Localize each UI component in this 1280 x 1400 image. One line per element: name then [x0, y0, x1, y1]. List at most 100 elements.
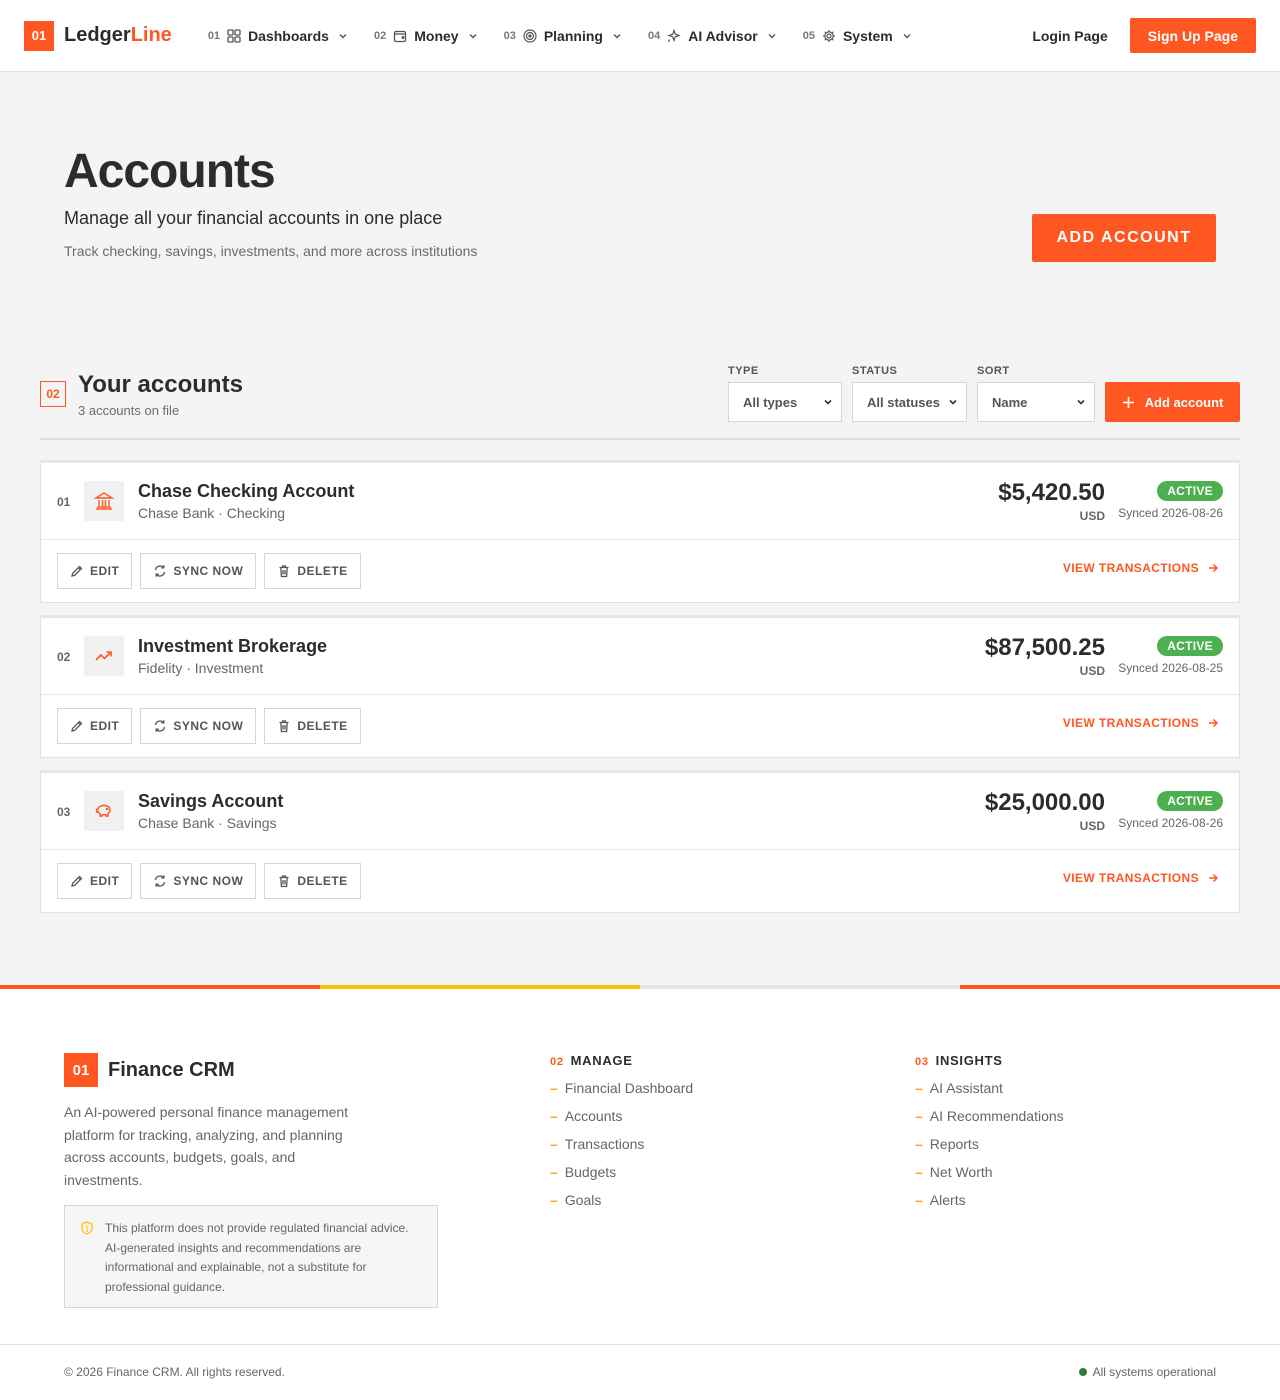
account-card-actions: EDIT SYNC NOW DELETE VIEW TRANSACTIONS [41, 850, 1239, 912]
chevron-down-icon [823, 397, 833, 407]
chevron-down-icon [468, 31, 478, 41]
footer-link[interactable]: – Transactions [550, 1136, 693, 1152]
footer-link[interactable]: – Financial Dashboard [550, 1080, 693, 1096]
account-meta: Chase Bank · Savings [138, 815, 277, 831]
delete-button[interactable]: DELETE [264, 863, 361, 899]
refresh-icon [153, 719, 173, 733]
view-label: VIEW TRANSACTIONS [1062, 716, 1199, 730]
page-description: Track checking, savings, investments, an… [64, 243, 478, 259]
footer-link-label: Transactions [564, 1136, 645, 1152]
nav-item-label: Planning [543, 27, 603, 44]
footer-link-label: Budgets [564, 1164, 617, 1180]
delete-button[interactable]: DELETE [264, 708, 361, 744]
footer-link-label: Reports [929, 1136, 979, 1152]
account-name[interactable]: Savings Account [138, 791, 283, 812]
footer-link[interactable]: – Reports [915, 1136, 1064, 1152]
auth-links: Login Page Sign Up Page [1032, 18, 1256, 53]
section-number: 02 [40, 381, 66, 407]
account-meta: Fidelity · Investment [138, 660, 264, 676]
login-link[interactable]: Login Page [1032, 28, 1107, 44]
sort-select[interactable]: Name [977, 382, 1095, 422]
account-currency: USD [1079, 664, 1105, 678]
account-name[interactable]: Investment Brokerage [138, 636, 327, 657]
trash-icon [277, 564, 297, 578]
sort-filter: SORT Name [977, 365, 1095, 422]
add-account-label: Add account [1144, 394, 1224, 410]
footer-col-insights: 03 INSIGHTS – AI Assistant – AI Recommendat… [915, 1053, 1064, 1208]
footer-link-label: AI Assistant [929, 1080, 1003, 1096]
nav-item-system[interactable]: 05 System [803, 28, 912, 44]
footer-col-heading: 02 MANAGE [550, 1053, 693, 1068]
account-balance: $25,000.00 [984, 789, 1105, 816]
refresh-icon [153, 564, 173, 578]
view-transactions-link[interactable]: VIEW TRANSACTIONS [1063, 871, 1219, 885]
footer-link[interactable]: – Accounts [550, 1108, 693, 1124]
signup-button[interactable]: Sign Up Page [1129, 18, 1256, 53]
edit-button[interactable]: EDIT [57, 708, 133, 744]
edit-button[interactable]: EDIT [57, 553, 133, 589]
footer-link[interactable]: – Net Worth [915, 1164, 1064, 1180]
pencil-icon [70, 874, 90, 888]
footer-brand: Finance CRM [108, 1059, 235, 1081]
nav-item-num: 01 [207, 29, 221, 42]
account-name[interactable]: Chase Checking Account [138, 481, 354, 502]
system-status-label: All systems operational [1092, 1365, 1216, 1379]
logo-badge[interactable]: 01 [24, 20, 54, 51]
filter-bar: TYPE All types STATUS All statuses SORT … [728, 365, 1240, 422]
section-title: Your accounts [78, 371, 243, 398]
nav-item-num: 04 [647, 29, 661, 42]
add-account-hero-button[interactable]: ADD ACCOUNT [1032, 214, 1216, 262]
grid-icon [227, 28, 241, 43]
add-account-button[interactable]: Add account [1105, 382, 1240, 422]
pencil-icon [70, 719, 90, 733]
nav-item-label: Money [414, 27, 459, 44]
trending-up-icon [84, 636, 124, 676]
logo-name-a: Ledger [64, 24, 131, 46]
footer-link[interactable]: – AI Assistant [915, 1080, 1064, 1096]
footer-link[interactable]: – Budgets [550, 1164, 693, 1180]
disclaimer-text: This platform does not provide regulated… [105, 1221, 409, 1294]
status-select-value: All statuses [867, 394, 940, 410]
sparkle-icon [667, 28, 682, 43]
type-select[interactable]: All types [728, 382, 842, 422]
accounts-section-header: 02 Your accounts 3 accounts on file TYPE… [40, 337, 1240, 440]
status-filter: STATUS All statuses [852, 365, 967, 422]
footer-col-heading: 03 INSIGHTS [915, 1053, 1064, 1068]
edit-button[interactable]: EDIT [57, 863, 133, 899]
nav-item-dashboards[interactable]: 01 Dashboards [208, 28, 348, 44]
view-transactions-link[interactable]: VIEW TRANSACTIONS [1063, 716, 1219, 730]
nav-item-label: System [842, 27, 893, 44]
status-select[interactable]: All statuses [852, 382, 967, 422]
footer-link-label: Goals [564, 1192, 602, 1208]
status-badge: ACTIVE [1157, 791, 1223, 811]
arrow-right-icon [1199, 872, 1219, 884]
account-card-actions: EDIT SYNC NOW DELETE VIEW TRANSACTIONS [41, 540, 1239, 602]
account-number: 03 [57, 805, 71, 819]
status-dot-icon [1078, 1368, 1087, 1376]
edit-label: EDIT [90, 874, 120, 888]
account-card-summary: 03 Savings Account Chase Bank · Savings … [41, 773, 1239, 850]
view-label: VIEW TRANSACTIONS [1062, 561, 1199, 575]
sync-timestamp: Synced 2026-08-26 [1118, 816, 1223, 830]
sync-timestamp: Synced 2026-08-25 [1118, 661, 1223, 675]
nav-item-planning[interactable]: 03 Planning [504, 28, 622, 44]
footer-link[interactable]: – Alerts [915, 1192, 1064, 1208]
nav-item-money[interactable]: 02 Money [374, 28, 478, 44]
type-filter-label: TYPE [728, 365, 759, 377]
delete-button[interactable]: DELETE [264, 553, 361, 589]
status-filter-label: STATUS [852, 365, 898, 377]
nav-item-ai-advisor[interactable]: 04 AI Advisor [648, 28, 777, 44]
type-select-value: All types [743, 394, 798, 410]
footer-link[interactable]: – AI Recommendations [915, 1108, 1064, 1124]
sync-now-button[interactable]: SYNC NOW [140, 863, 257, 899]
edit-label: EDIT [90, 564, 120, 578]
footer-stripe [0, 985, 1280, 989]
sync-now-button[interactable]: SYNC NOW [140, 708, 257, 744]
footer-link[interactable]: – Goals [550, 1192, 693, 1208]
view-transactions-link[interactable]: VIEW TRANSACTIONS [1063, 561, 1219, 575]
accounts-count: 3 accounts on file [78, 403, 180, 418]
sync-now-button[interactable]: SYNC NOW [140, 553, 257, 589]
footer-link-label: Net Worth [929, 1164, 993, 1180]
footer-bottom-bar: © 2026 Finance CRM. All rights reserved.… [0, 1344, 1280, 1400]
logo[interactable]: LedgerLine [64, 24, 172, 47]
